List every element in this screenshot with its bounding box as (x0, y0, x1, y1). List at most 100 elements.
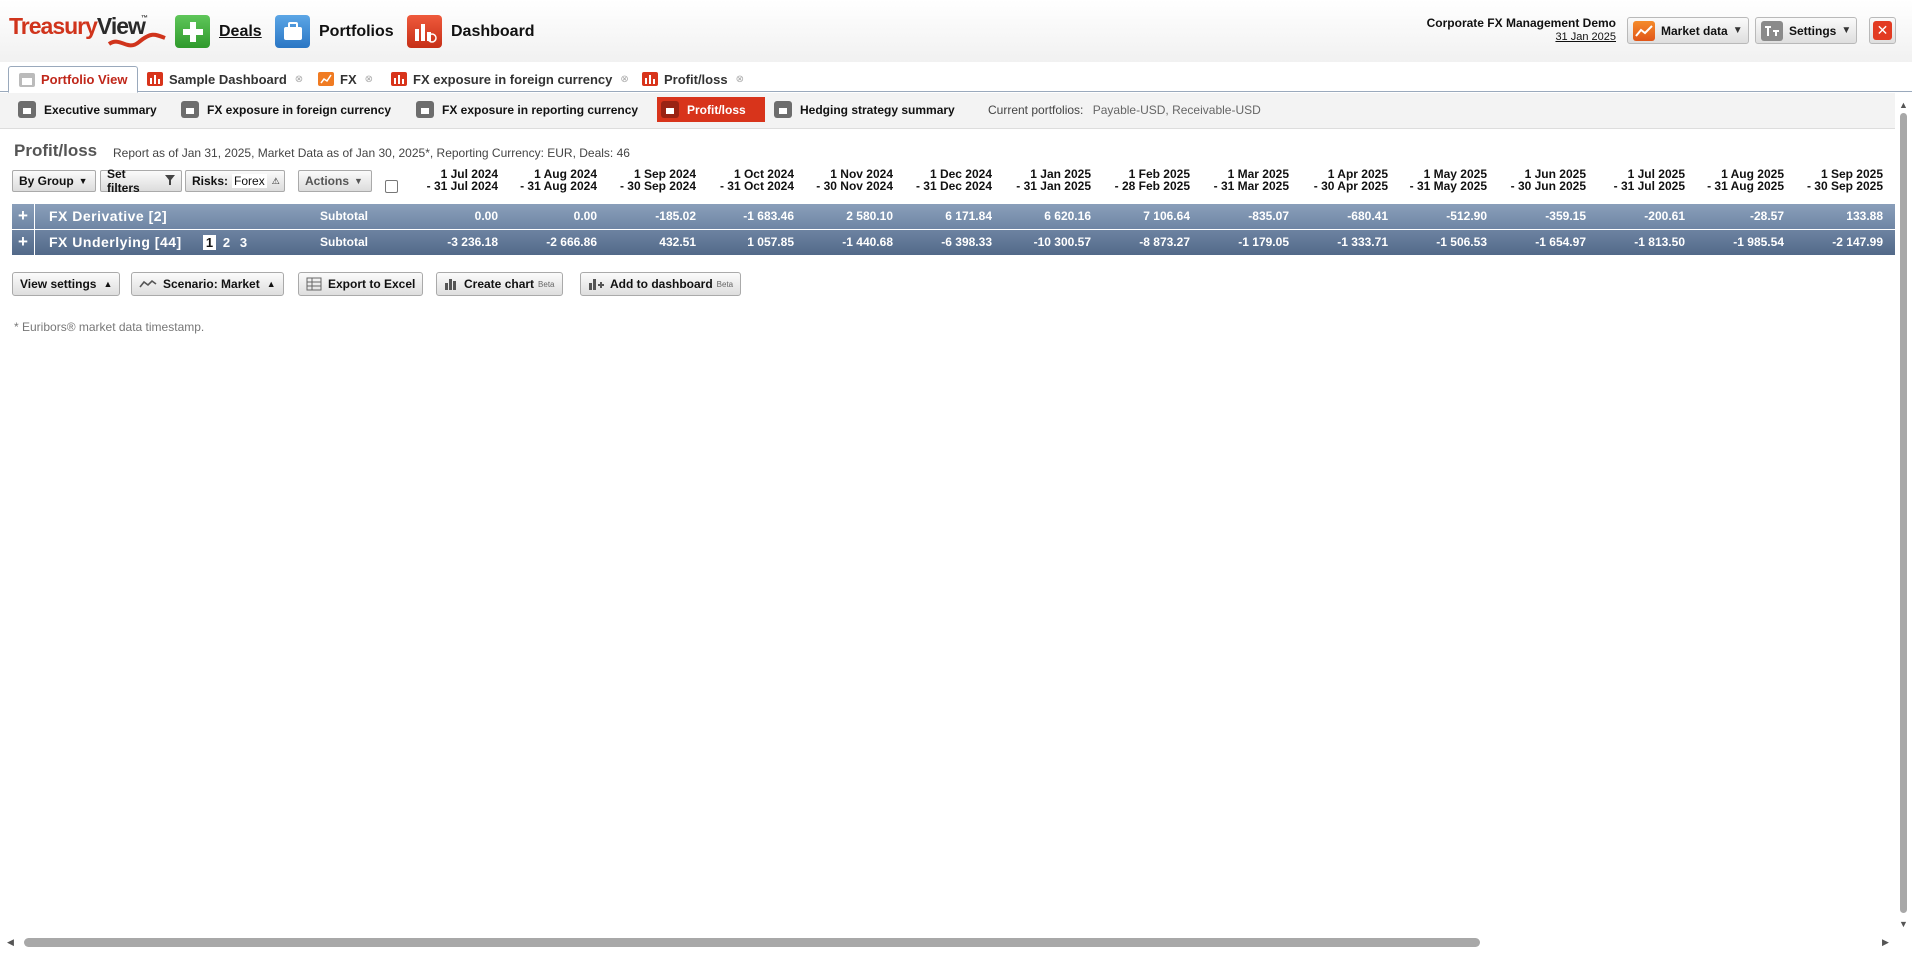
line-chart-icon (1633, 20, 1655, 41)
scenario-button[interactable]: Scenario: Market ▲ (131, 272, 284, 296)
column-header[interactable]: 1 Jul 2024- 31 Jul 2024 (403, 168, 498, 192)
value-cell: -1 985.54 (1733, 235, 1784, 249)
set-filters-button[interactable]: Set filters (100, 167, 182, 195)
logo-trademark: ™ (141, 15, 148, 22)
bar-chart-icon (444, 278, 458, 290)
value-cell: -6 398.33 (941, 235, 992, 249)
value-cell: -3 236.18 (447, 235, 498, 249)
tab-close-icon[interactable]: ⊗ (620, 74, 628, 85)
logo-text-treasury: Treasury (9, 13, 98, 39)
market-data-button[interactable]: Market data ▼ (1627, 17, 1749, 44)
scroll-up-icon[interactable]: ▲ (1899, 100, 1908, 110)
filter-icon (165, 175, 175, 187)
settings-label: Settings (1789, 23, 1837, 38)
tab-label: Sample Dashboard (169, 71, 287, 87)
column-header[interactable]: 1 Aug 2025- 31 Aug 2025 (1689, 168, 1784, 192)
value-cell: 432.51 (659, 235, 696, 249)
subtab-fx-exposure-reporting[interactable]: FX exposure in reporting currency (412, 97, 646, 122)
page-link[interactable]: 2 (220, 235, 233, 250)
subtab-executive-summary[interactable]: Executive summary (14, 97, 165, 122)
column-header[interactable]: 1 Apr 2025- 30 Apr 2025 (1293, 168, 1388, 192)
column-header[interactable]: 1 May 2025- 31 May 2025 (1392, 168, 1487, 192)
column-header[interactable]: 1 Sep 2024- 30 Sep 2024 (601, 168, 696, 192)
expand-icon[interactable]: + (12, 204, 35, 229)
value-cell: -835.07 (1248, 209, 1289, 223)
group-row-fx-derivative[interactable]: + FX Derivative [2] Subtotal 0.00 0.00 -… (12, 204, 1895, 229)
settings-icon (1761, 20, 1783, 41)
as-of-date-link[interactable]: 31 Jan 2025 (1427, 30, 1616, 44)
value-cell: -185.02 (655, 209, 696, 223)
organization-name: Corporate FX Management Demo (1426, 16, 1616, 30)
page-link[interactable]: 1 (203, 235, 216, 250)
chevron-down-icon: ▼ (354, 176, 363, 186)
scroll-right-icon[interactable]: ▶ (1882, 937, 1889, 948)
value-cell: -359.15 (1545, 209, 1586, 223)
column-header[interactable]: 1 Dec 2024- 31 Dec 2024 (897, 168, 992, 192)
column-header[interactable]: 1 Feb 2025- 28 Feb 2025 (1095, 168, 1190, 192)
value-cell: -2 666.86 (546, 235, 597, 249)
tab-portfolio-view[interactable]: Portfolio View (8, 66, 139, 93)
export-excel-button[interactable]: Export to Excel (298, 272, 424, 296)
tab-sample-dashboard[interactable]: Sample Dashboard ⊗ (147, 66, 303, 92)
subtab-profit-loss[interactable]: Profit/loss (657, 97, 765, 122)
value-cell: -28.57 (1749, 209, 1784, 223)
value-cell: -512.90 (1446, 209, 1487, 223)
view-settings-button[interactable]: View settings ▲ (12, 272, 121, 296)
column-header[interactable]: 1 Jun 2025- 30 Jun 2025 (1491, 168, 1586, 192)
tab-close-icon[interactable]: ⊗ (736, 74, 744, 85)
risks-label: Risks: (192, 174, 229, 188)
scroll-down-icon[interactable]: ▼ (1899, 919, 1908, 929)
report-icon (416, 101, 434, 118)
tab-close-icon[interactable]: ⊗ (295, 74, 303, 85)
nav-dashboard[interactable]: Dashboard (407, 15, 535, 48)
column-header[interactable]: 1 Mar 2025- 31 Mar 2025 (1194, 168, 1289, 192)
close-button[interactable]: ✕ (1869, 17, 1896, 44)
by-group-dropdown[interactable]: By Group ▼ (12, 170, 96, 192)
column-header[interactable]: 1 Jul 2025- 31 Jul 2025 (1590, 168, 1685, 192)
create-chart-label: Create chart (464, 277, 535, 291)
tab-label: FX exposure in foreign currency (413, 71, 613, 87)
tab-label: Portfolio View (41, 72, 128, 87)
actions-dropdown[interactable]: Actions ▼ (298, 170, 372, 192)
nav-deals[interactable]: Deals (175, 15, 262, 48)
subtab-fx-exposure-foreign[interactable]: FX exposure in foreign currency (177, 97, 399, 122)
treasuryview-logo[interactable]: TreasuryView ™ (9, 12, 166, 52)
vertical-scroll-thumb[interactable] (1900, 113, 1907, 913)
column-header[interactable]: 1 Nov 2024- 30 Nov 2024 (798, 168, 893, 192)
nav-dashboard-label: Dashboard (451, 22, 535, 40)
value-cell: -8 873.27 (1139, 235, 1190, 249)
tab-profit-loss[interactable]: Profit/loss ⊗ (642, 66, 744, 92)
line-chart-icon (318, 72, 334, 86)
column-header[interactable]: 1 Aug 2024- 31 Aug 2024 (502, 168, 597, 192)
tab-fx-exposure-foreign[interactable]: FX exposure in foreign currency ⊗ (391, 66, 629, 92)
report-info: Report as of Jan 31, 2025, Market Data a… (113, 146, 630, 160)
horizontal-scroll-thumb[interactable] (24, 938, 1480, 947)
value-cell: -200.61 (1644, 209, 1685, 223)
horizontal-scrollbar[interactable]: ◀ ▶ (0, 933, 1912, 954)
settings-button[interactable]: Settings ▼ (1755, 17, 1858, 44)
risks-selector[interactable]: Risks: Forex ⚠ (185, 170, 285, 192)
add-to-dashboard-button[interactable]: Add to dashboard Beta (580, 272, 742, 296)
scroll-left-icon[interactable]: ◀ (7, 937, 14, 948)
value-cell: -2 147.99 (1832, 235, 1883, 249)
value-cell: -1 333.71 (1337, 235, 1388, 249)
report-icon (18, 101, 36, 118)
value-cell: 6 620.16 (1044, 209, 1091, 223)
value-cell: 2 580.10 (846, 209, 893, 223)
vertical-scrollbar[interactable]: ▲ ▼ (1895, 93, 1912, 933)
nav-portfolios[interactable]: Portfolios (275, 15, 394, 48)
group-row-fx-underlying[interactable]: + FX Underlying [44] 1 2 3 Subtotal -3 2… (12, 230, 1895, 255)
tab-fx[interactable]: FX ⊗ (318, 66, 373, 92)
value-cell: -1 683.46 (743, 209, 794, 223)
column-header[interactable]: 1 Oct 2024- 31 Oct 2024 (699, 168, 794, 192)
page-link[interactable]: 3 (237, 235, 250, 250)
column-header[interactable]: 1 Jan 2025- 31 Jan 2025 (996, 168, 1091, 192)
report-subtabs: Executive summary FX exposure in foreign… (0, 93, 1895, 129)
column-header[interactable]: 1 Sep 2025- 30 Sep 2025 (1788, 168, 1883, 192)
tab-close-icon[interactable]: ⊗ (365, 74, 373, 85)
create-chart-button[interactable]: Create chart Beta (436, 272, 563, 296)
select-all-checkbox[interactable] (385, 180, 398, 193)
subtab-hedging-strategy[interactable]: Hedging strategy summary (770, 97, 963, 122)
spreadsheet-icon (306, 277, 322, 291)
expand-icon[interactable]: + (12, 230, 35, 255)
